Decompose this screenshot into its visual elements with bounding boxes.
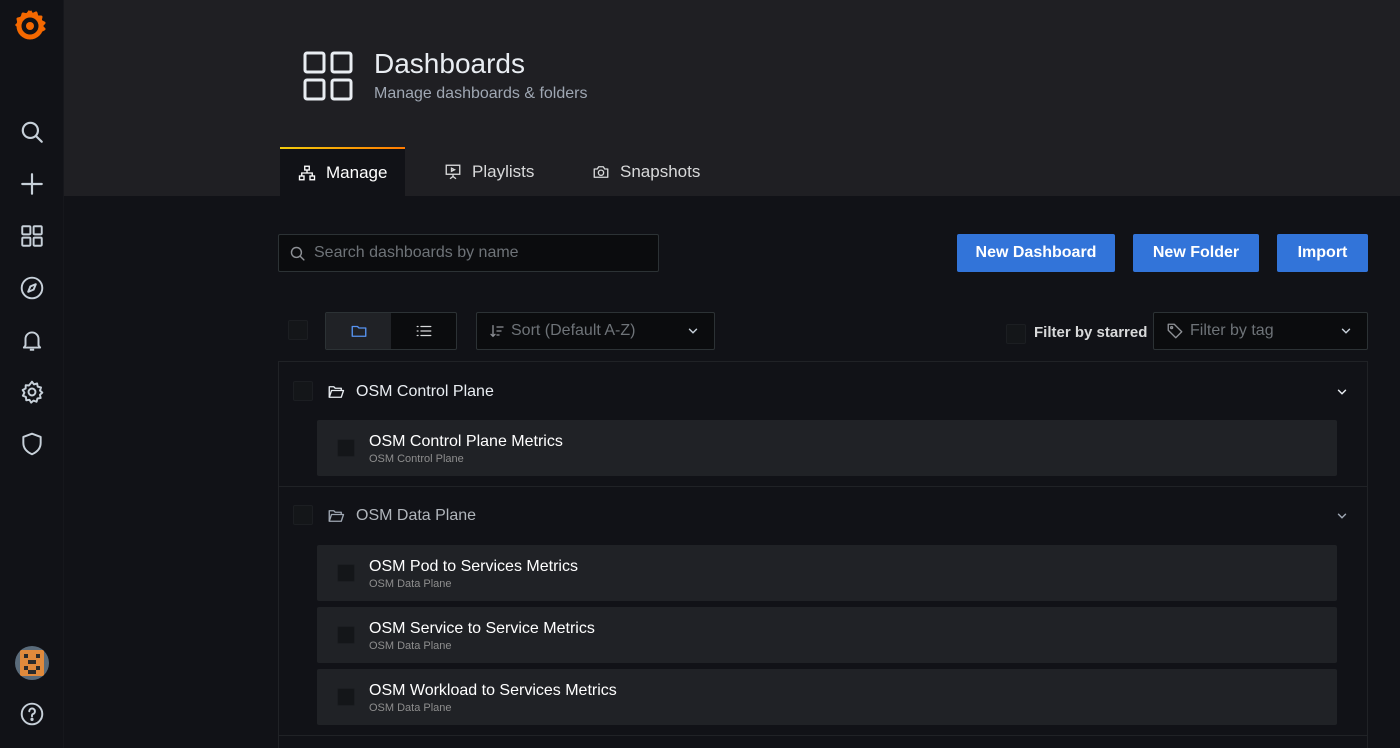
divider xyxy=(279,735,1367,736)
dashboards-icon xyxy=(302,50,354,102)
list-view-button[interactable] xyxy=(391,313,456,349)
dashboard-folder: OSM Data Plane xyxy=(369,578,452,590)
search-icon[interactable] xyxy=(12,112,52,152)
folder-open-icon xyxy=(328,386,345,398)
compass-icon[interactable] xyxy=(12,268,52,308)
sort-select[interactable]: Sort (Default A-Z) xyxy=(476,312,715,350)
tab-snapshots[interactable]: Snapshots xyxy=(592,147,700,196)
tab-label: Snapshots xyxy=(620,161,701,181)
dashboard-folder: OSM Data Plane xyxy=(369,640,452,652)
sitemap-icon xyxy=(298,165,316,180)
folder-name: OSM Data Plane xyxy=(356,507,477,524)
filter-starred-label: Filter by starred xyxy=(1034,324,1148,341)
new-folder-button[interactable]: New Folder xyxy=(1133,234,1259,272)
help-icon[interactable] xyxy=(12,694,52,734)
shield-icon[interactable] xyxy=(12,424,52,464)
folder-row[interactable]: OSM Control Plane xyxy=(279,362,1367,422)
sort-icon xyxy=(490,325,504,338)
page-subtitle: Manage dashboards & folders xyxy=(374,85,588,102)
dashboard-title: OSM Control Plane Metrics xyxy=(369,433,563,450)
dashboard-checkbox[interactable] xyxy=(337,564,355,582)
import-button[interactable]: Import xyxy=(1277,234,1368,272)
sort-label: Sort (Default A-Z) xyxy=(511,322,636,339)
filter-starred-checkbox[interactable] xyxy=(1006,324,1026,344)
view-toggle xyxy=(325,312,457,350)
tab-label: Manage xyxy=(326,162,388,182)
folder-name: OSM Control Plane xyxy=(356,383,494,400)
dashboard-item[interactable]: OSM Control Plane Metrics OSM Control Pl… xyxy=(317,420,1337,476)
search-icon xyxy=(290,246,305,261)
folder-open-icon xyxy=(328,510,345,522)
dashboard-item[interactable]: OSM Pod to Services Metrics OSM Data Pla… xyxy=(317,545,1337,601)
folder-checkbox[interactable] xyxy=(293,505,313,525)
dashboard-item[interactable]: OSM Service to Service Metrics OSM Data … xyxy=(317,607,1337,663)
chevron-down-icon xyxy=(1341,328,1351,334)
dashboard-checkbox[interactable] xyxy=(337,439,355,457)
camera-icon xyxy=(593,165,609,178)
tag-filter-select[interactable]: Filter by tag xyxy=(1153,312,1368,350)
page-title: Dashboards xyxy=(374,48,525,79)
presentation-icon xyxy=(445,164,461,179)
folder-checkbox[interactable] xyxy=(293,381,313,401)
gear-icon[interactable] xyxy=(12,372,52,412)
dashboard-list: OSM Control Plane OSM Control Plane Metr… xyxy=(278,361,1368,748)
tab-manage[interactable]: Manage xyxy=(280,147,406,196)
folder-view-button[interactable] xyxy=(326,313,391,349)
dashboards-icon[interactable] xyxy=(12,216,52,256)
search-box[interactable] xyxy=(278,234,659,272)
dashboard-title: OSM Workload to Services Metrics xyxy=(369,682,617,699)
list-icon xyxy=(416,325,431,337)
select-all-checkbox[interactable] xyxy=(288,320,308,340)
dashboard-checkbox[interactable] xyxy=(337,688,355,706)
bell-icon[interactable] xyxy=(12,320,52,360)
avatar[interactable] xyxy=(15,646,49,680)
main-content: New Dashboard New Folder Import Sort (De… xyxy=(64,196,1400,748)
dashboard-checkbox[interactable] xyxy=(337,626,355,644)
search-input[interactable] xyxy=(314,244,644,262)
dashboard-item[interactable]: OSM Workload to Services Metrics OSM Dat… xyxy=(317,669,1337,725)
tag-icon xyxy=(1167,323,1183,339)
chevron-down-icon xyxy=(1337,389,1347,395)
grafana-logo-icon[interactable] xyxy=(10,5,50,45)
page-header: Dashboards Manage dashboards & folders M… xyxy=(64,0,1400,196)
new-dashboard-button[interactable]: New Dashboard xyxy=(957,234,1115,272)
tag-filter-placeholder: Filter by tag xyxy=(1190,322,1274,339)
sidebar xyxy=(0,0,64,748)
dashboard-folder: OSM Control Plane xyxy=(369,453,464,465)
plus-icon[interactable] xyxy=(12,164,52,204)
dashboard-title: OSM Pod to Services Metrics xyxy=(369,558,578,575)
folder-row[interactable]: OSM Data Plane xyxy=(279,486,1367,546)
dashboard-folder: OSM Data Plane xyxy=(369,702,452,714)
dashboard-title: OSM Service to Service Metrics xyxy=(369,620,595,637)
chevron-down-icon xyxy=(1337,513,1347,519)
chevron-down-icon xyxy=(688,328,698,334)
folder-icon xyxy=(351,325,366,337)
tab-label: Playlists xyxy=(472,161,535,181)
tab-playlists[interactable]: Playlists xyxy=(444,147,534,196)
